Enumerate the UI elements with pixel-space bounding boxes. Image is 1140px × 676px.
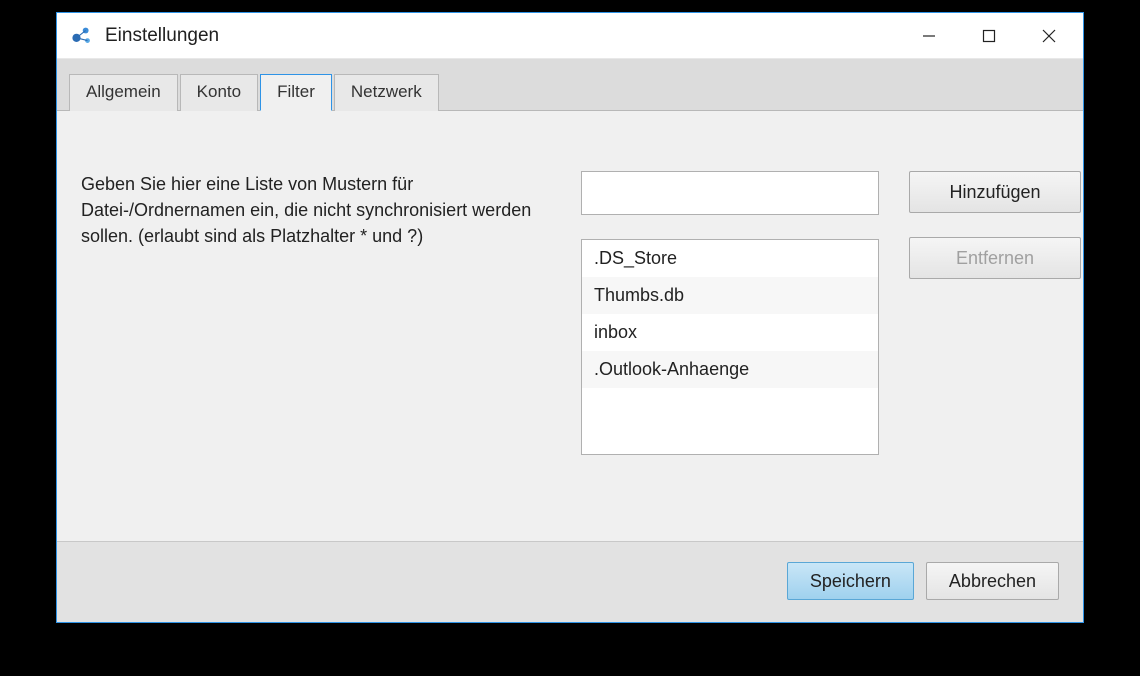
- titlebar: Einstellungen: [57, 13, 1083, 59]
- tab-allgemein[interactable]: Allgemein: [69, 74, 178, 111]
- close-button[interactable]: [1019, 14, 1079, 58]
- list-item[interactable]: .Outlook-Anhaenge: [582, 351, 878, 388]
- filter-description: Geben Sie hier eine Liste von Mustern fü…: [81, 171, 551, 511]
- list-item-empty[interactable]: [582, 388, 878, 425]
- add-button[interactable]: Hinzufügen: [909, 171, 1081, 213]
- window-title: Einstellungen: [105, 25, 899, 47]
- list-item[interactable]: .DS_Store: [582, 240, 878, 277]
- pattern-input[interactable]: [581, 171, 879, 215]
- tab-konto[interactable]: Konto: [180, 74, 258, 111]
- save-button[interactable]: Speichern: [787, 562, 914, 600]
- app-icon: [71, 25, 93, 47]
- cancel-button[interactable]: Abbrechen: [926, 562, 1059, 600]
- window-controls: [899, 14, 1079, 58]
- dialog-footer: Speichern Abbrechen: [57, 541, 1083, 622]
- tabbar: Allgemein Konto Filter Netzwerk: [57, 59, 1083, 111]
- pattern-list[interactable]: .DS_Store Thumbs.db inbox .Outlook-Anhae…: [581, 239, 879, 455]
- minimize-button[interactable]: [899, 14, 959, 58]
- content-area: Geben Sie hier eine Liste von Mustern fü…: [57, 111, 1083, 541]
- list-item[interactable]: inbox: [582, 314, 878, 351]
- filter-inputs-column: .DS_Store Thumbs.db inbox .Outlook-Anhae…: [581, 171, 879, 511]
- remove-button[interactable]: Entfernen: [909, 237, 1081, 279]
- tab-filter[interactable]: Filter: [260, 74, 332, 111]
- maximize-button[interactable]: [959, 14, 1019, 58]
- settings-window: Einstellungen Allgemein Konto Filter Net…: [56, 12, 1084, 623]
- list-item[interactable]: Thumbs.db: [582, 277, 878, 314]
- filter-buttons-column: Hinzufügen Entfernen: [909, 171, 1081, 511]
- tab-netzwerk[interactable]: Netzwerk: [334, 74, 439, 111]
